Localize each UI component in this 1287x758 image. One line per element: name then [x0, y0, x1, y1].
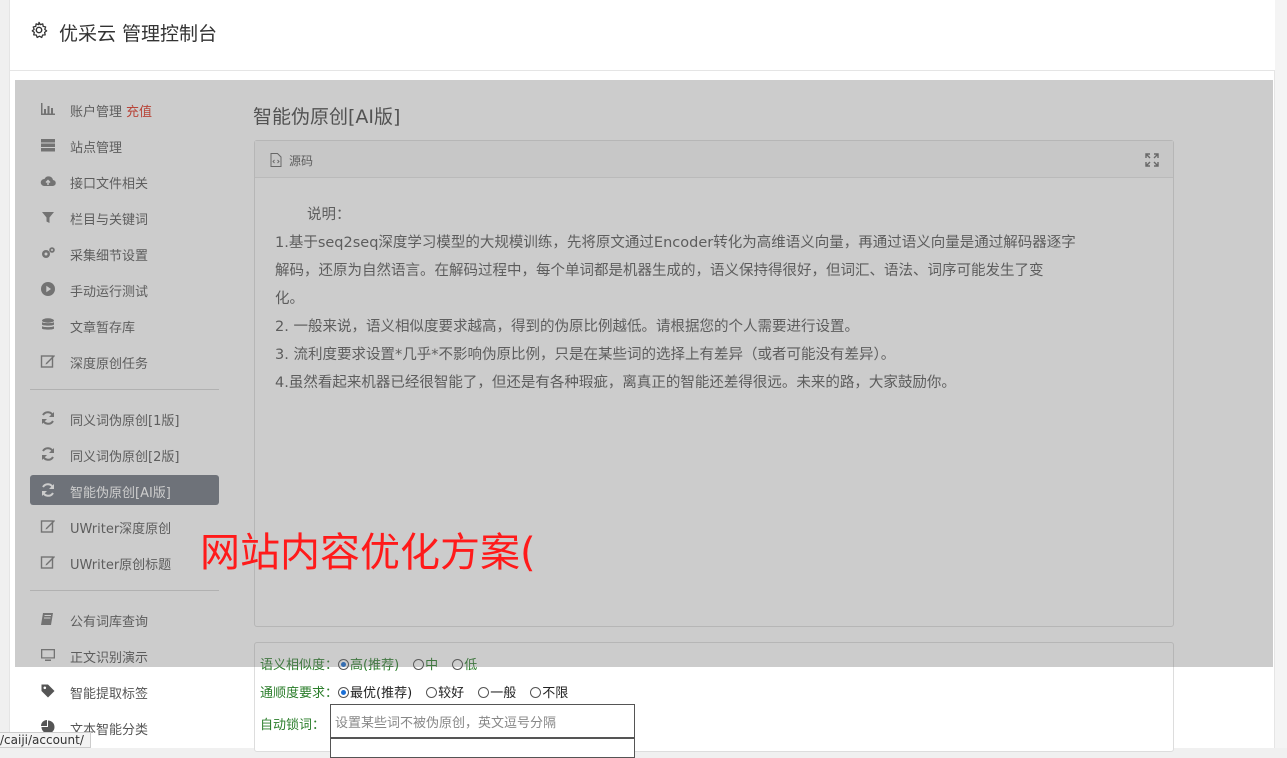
sidebar-item-label: 采集细节设置 — [70, 249, 149, 264]
recharge-link[interactable]: 充值 — [126, 105, 152, 120]
panel-header: 源码 — [255, 141, 1173, 178]
similarity-label: 语义相似度： — [260, 658, 339, 673]
panel-body[interactable]: 说明： 1.基于seq2seq深度学习模型的大规模训练，先将原文通过Encode… — [275, 201, 1155, 397]
play-icon — [41, 282, 55, 296]
refresh-icon — [42, 483, 54, 497]
page-title: 智能伪原创[AI版] — [253, 106, 401, 128]
watermark-text: 网站内容优化方案( — [200, 530, 536, 576]
sidebar-item-label: 智能提取标签 — [70, 687, 149, 702]
intro-heading: 说明： — [307, 207, 351, 223]
sidebar-divider — [30, 389, 219, 390]
sidebar-item-label: 接口文件相关 — [70, 177, 149, 192]
edit-icon — [40, 520, 55, 533]
lock-words-input[interactable]: 设置某些词不被伪原创，英文逗号分隔 — [330, 704, 635, 738]
sidebar-item-label: 正文识别演示 — [70, 651, 149, 666]
sidebar-item-label: 深度原创任务 — [70, 357, 149, 372]
similarity-row: 语义相似度： 高(推荐) 中低 — [260, 654, 491, 673]
status-bar-url: /caiji/account/ — [0, 732, 91, 748]
sidebar-item-label: 栏目与关键词 — [70, 213, 149, 228]
similarity-high-radio[interactable]: 高(推荐) — [338, 654, 399, 673]
fluency-normal-radio[interactable]: 一般 — [478, 682, 516, 701]
sidebar-item-label: 文章暂存库 — [70, 321, 136, 336]
fullscreen-icon[interactable] — [1145, 153, 1159, 167]
sidebar-item-synonym-v1[interactable]: 同义词伪原创[1版] — [30, 403, 219, 433]
filter-icon — [42, 212, 54, 223]
sidebar-item-collect-settings[interactable]: 采集细节设置 — [30, 238, 219, 268]
sidebar-item-uwriter-deep[interactable]: UWriter深度原创 — [30, 511, 219, 541]
top-header: 优采云 管理控制台 — [10, 0, 1276, 71]
gear-icon — [31, 21, 48, 39]
description-line: 2. 一般来说，语义相似度要求越高，得到的伪原比例越低。请根据您的个人需要进行设… — [275, 319, 859, 335]
sidebar-item-public-lexicon[interactable]: 公有词库查询 — [30, 604, 219, 634]
scrollbar[interactable] — [1275, 0, 1287, 748]
sidebar-item-article-storage[interactable]: 文章暂存库 — [30, 310, 219, 340]
sidebar-item-label: 账户管理 — [70, 105, 123, 120]
description-line: 4.虽然看起来机器已经很智能了，但还是有各种瑕疵，离真正的智能还差得很远。未来的… — [275, 375, 956, 391]
sidebar-item-deep-original[interactable]: 深度原创任务 — [30, 346, 219, 376]
description-line: 解码，还原为自然语言。在解码过程中，每个单词都是机器生成的，语义保持得很好，但词… — [275, 263, 1044, 279]
sidebar: 账户管理 充值 站点管理 接口文件相关 栏目与关键词 采集细节设置 手动运行测试 … — [16, 80, 238, 748]
similarity-low-radio[interactable]: 低 — [452, 654, 477, 673]
server-icon — [41, 139, 55, 152]
fluency-any-radio[interactable]: 不限 — [530, 682, 568, 701]
bar-chart-icon — [41, 103, 55, 115]
book-icon — [41, 613, 53, 625]
edit-icon — [40, 556, 55, 569]
sidebar-item-account[interactable]: 账户管理 充值 — [30, 94, 219, 124]
fluency-label: 通顺度要求： — [260, 686, 339, 701]
description-line: 3. 流利度要求设置*几乎*不影响伪原比例，只是在某些词的选择上有差异（或者可能… — [275, 347, 896, 363]
page: 优采云 管理控制台 账户管理 充值 站点管理 接口文件相关 栏目与关键词 采集细节… — [9, 0, 1276, 758]
sidebar-item-label: UWriter深度原创 — [70, 522, 172, 537]
file-code-icon — [270, 153, 282, 167]
extra-input[interactable] — [330, 738, 635, 758]
fluency-row: 通顺度要求： 最优(推荐) 较好 一般 不限 — [260, 682, 582, 701]
sidebar-item-label: 同义词伪原创[1版] — [70, 414, 180, 429]
database-icon — [42, 318, 54, 330]
sidebar-item-label: 公有词库查询 — [70, 615, 149, 630]
refresh-icon — [42, 447, 54, 461]
sidebar-item-text-recognition[interactable]: 正文识别演示 — [30, 640, 219, 670]
sidebar-item-ai-rewrite[interactable]: 智能伪原创[AI版] — [30, 475, 219, 505]
refresh-icon — [42, 411, 54, 425]
gears-icon — [42, 247, 55, 258]
sidebar-item-smart-tags[interactable]: 智能提取标签 — [30, 676, 219, 706]
fluency-best-radio[interactable]: 最优(推荐) — [338, 682, 412, 701]
sidebar-item-synonym-v2[interactable]: 同义词伪原创[2版] — [30, 439, 219, 469]
sidebar-item-uwriter-title[interactable]: UWriter原创标题 — [30, 547, 219, 577]
fluency-good-radio[interactable]: 较好 — [426, 682, 464, 701]
sidebar-item-label: 手动运行测试 — [70, 285, 149, 300]
panel-tab-label[interactable]: 源码 — [289, 152, 313, 169]
cloud-upload-icon — [40, 176, 56, 187]
edit-icon — [40, 355, 55, 368]
sidebar-divider — [30, 590, 219, 591]
sidebar-item-interface-files[interactable]: 接口文件相关 — [30, 166, 219, 196]
sidebar-item-label: 智能伪原创[AI版] — [70, 486, 171, 501]
app-title: 优采云 管理控制台 — [59, 23, 218, 45]
description-line: 化。 — [275, 291, 304, 307]
tag-icon — [41, 684, 55, 698]
sidebar-item-label: 同义词伪原创[2版] — [70, 450, 180, 465]
monitor-icon — [41, 649, 55, 661]
sidebar-item-label: UWriter原创标题 — [70, 558, 172, 573]
description-line: 1.基于seq2seq深度学习模型的大规模训练，先将原文通过Encoder转化为… — [275, 235, 1076, 251]
sidebar-item-sites[interactable]: 站点管理 — [30, 130, 219, 160]
sidebar-item-columns-keywords[interactable]: 栏目与关键词 — [30, 202, 219, 232]
sidebar-item-manual-run[interactable]: 手动运行测试 — [30, 274, 219, 304]
lock-label: 自动锁词： — [260, 718, 326, 733]
sidebar-item-label: 站点管理 — [70, 141, 123, 156]
similarity-mid-radio[interactable]: 中 — [413, 654, 438, 673]
options-form: 语义相似度： 高(推荐) 中低 通顺度要求： 最优(推荐) 较好 一般 不限 自动锁词： 设… — [254, 642, 1174, 758]
